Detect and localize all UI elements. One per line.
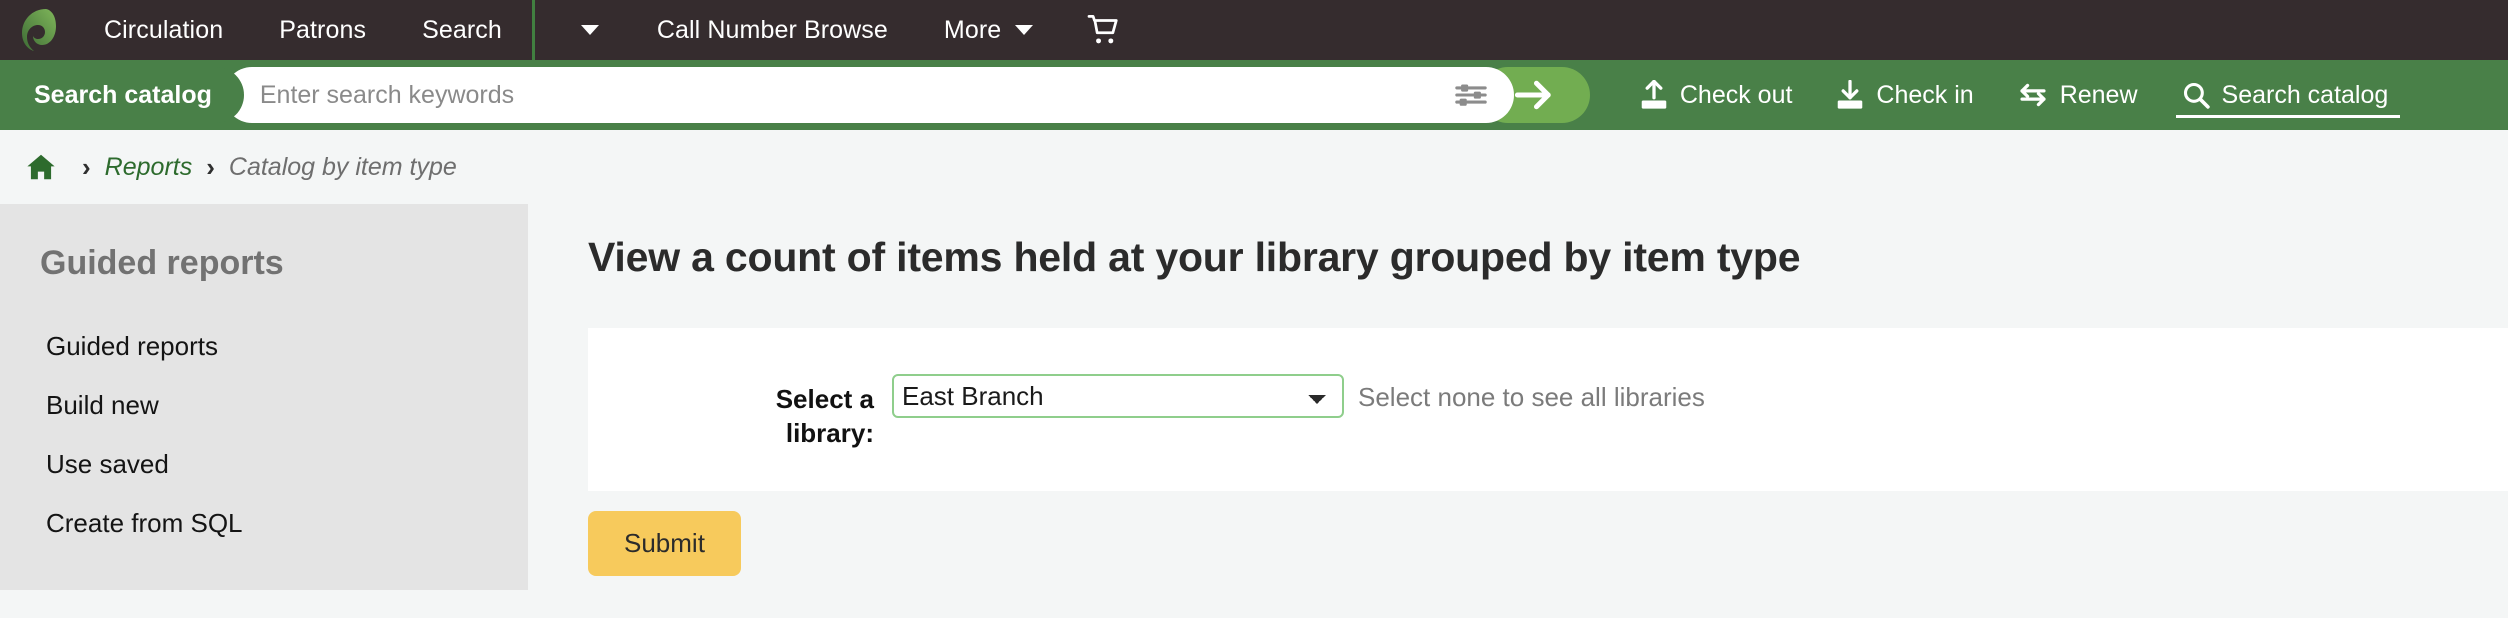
search-input[interactable] — [257, 75, 1442, 115]
page-body: Guided reports Guided reports Build new … — [0, 204, 2508, 590]
page-title: View a count of items held at your libra… — [588, 234, 1801, 280]
nav-item-search[interactable]: Search — [394, 0, 530, 60]
top-navigation-bar: Circulation Patrons Search Call Number B… — [0, 0, 2508, 60]
breadcrumb: › Reports › Catalog by item type — [0, 130, 2508, 204]
sliders-filter-icon — [1455, 84, 1487, 106]
magnifier-search-icon — [2183, 82, 2210, 109]
check-in-button[interactable]: Check in — [1814, 60, 1995, 130]
breadcrumb-separator: › — [206, 152, 215, 182]
cart-button[interactable] — [1061, 0, 1147, 60]
select-library-hint: Select none to see all libraries — [1358, 382, 1705, 412]
submit-button[interactable]: Submit — [588, 510, 741, 576]
library-select[interactable]: East Branch — [892, 374, 1344, 418]
search-toolbar: Search catalog Enter search keywords Che… — [0, 60, 2508, 130]
shopping-cart-icon — [1087, 15, 1118, 44]
nav-item-patrons[interactable]: Patrons — [251, 0, 394, 60]
check-in-label: Check in — [1876, 80, 1974, 109]
sidebar-item-guided-reports[interactable]: Guided reports — [0, 317, 528, 376]
search-scope-label: Search catalog — [34, 80, 212, 109]
check-out-label: Check out — [1679, 80, 1793, 109]
nav-item-label: More — [943, 15, 1002, 44]
nav-divider — [531, 0, 535, 60]
select-library-label: Select a library: — [775, 384, 874, 449]
arrow-right-icon — [1514, 80, 1551, 110]
nav-more-dropdown-toggle[interactable] — [537, 0, 629, 60]
home-icon — [27, 154, 55, 180]
renew-label: Renew — [2059, 80, 2138, 109]
breadcrumb-item-reports[interactable]: Reports — [105, 153, 193, 182]
search-scope-button[interactable]: Search catalog — [0, 67, 244, 123]
renew-arrows-icon — [2020, 83, 2046, 107]
sidebar-item-create-from-sql[interactable]: Create from SQL — [0, 494, 528, 553]
nav-item-label: Patrons — [279, 15, 367, 44]
breadcrumb-home-link[interactable] — [14, 153, 68, 181]
main-content: View a count of items held at your libra… — [528, 204, 2508, 590]
sidebar-item-build-new[interactable]: Build new — [0, 376, 528, 435]
nav-item-label: Search — [422, 15, 502, 44]
search-catalog-button[interactable]: Search catalog — [2160, 60, 2411, 130]
nav-item-label: Call Number Browse — [656, 15, 888, 44]
nav-item-circulation[interactable]: Circulation — [76, 0, 251, 60]
upload-check-out-icon — [1641, 80, 1667, 109]
breadcrumb-item-current: Catalog by item type — [228, 152, 457, 181]
check-out-button[interactable]: Check out — [1618, 60, 1815, 130]
sidebar-heading: Guided reports — [40, 244, 284, 282]
download-check-in-icon — [1838, 80, 1863, 109]
catalog-search-form: Search catalog — [0, 67, 1590, 123]
nav-item-label: Circulation — [104, 15, 224, 44]
nav-item-call-number-browse[interactable]: Call Number Browse — [629, 0, 916, 60]
chevron-down-icon — [1015, 25, 1034, 35]
nav-item-more[interactable]: More — [916, 0, 1061, 60]
search-catalog-label: Search catalog — [2221, 80, 2389, 109]
quick-actions-toolbar: Check out Check in Renew Search catalog — [1618, 60, 2410, 130]
koha-leaf-logo[interactable] — [0, 0, 76, 60]
chevron-down-icon — [580, 25, 599, 35]
sidebar: Guided reports Guided reports Build new … — [0, 204, 528, 590]
breadcrumb-separator: › — [82, 152, 91, 182]
search-field-container — [223, 67, 1514, 123]
renew-button[interactable]: Renew — [1996, 60, 2160, 130]
select-library-row: Select a library: East Branch Select non… — [588, 374, 2508, 451]
sidebar-item-use-saved[interactable]: Use saved — [0, 435, 528, 494]
report-form-panel: Select a library: East Branch Select non… — [588, 328, 2508, 491]
search-filters-button[interactable] — [1442, 82, 1514, 108]
